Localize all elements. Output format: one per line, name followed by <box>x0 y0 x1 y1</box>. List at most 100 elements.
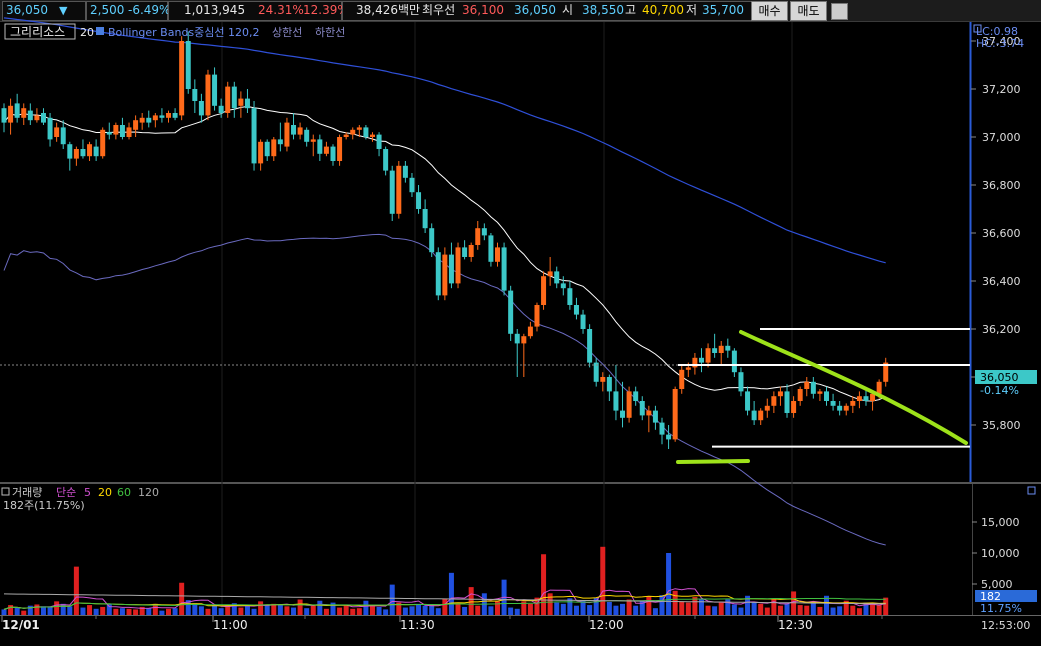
candle-body <box>251 108 257 164</box>
candle-body <box>106 132 112 135</box>
volume-bar <box>422 605 428 615</box>
volume-bar <box>47 606 53 615</box>
candle-body <box>54 127 60 137</box>
candle-body <box>422 209 428 229</box>
candle-body <box>745 391 751 411</box>
chart-area[interactable]: 35,80036,00036,20036,40036,60036,80037,0… <box>0 0 1041 646</box>
volume-bar <box>685 602 691 615</box>
candle-body <box>21 108 27 118</box>
vol-ma-label: 단순 <box>56 486 76 499</box>
volume-bar <box>442 598 448 615</box>
candle-body <box>837 405 843 411</box>
price-axis-label: 36,400 <box>982 275 1021 288</box>
volume-bar <box>666 553 672 615</box>
volume-bar <box>8 605 14 615</box>
volume-bar <box>356 608 362 615</box>
candle-body <box>396 165 402 214</box>
volume-axis-label: 10,000 <box>981 547 1020 560</box>
volume-bar <box>830 607 836 615</box>
candle-body <box>495 247 500 262</box>
candle <box>508 285 514 341</box>
candle-body <box>238 98 244 106</box>
candle-body <box>27 110 33 121</box>
candle-body <box>317 139 323 154</box>
candle-body <box>784 391 790 413</box>
candle-body <box>119 125 125 137</box>
candle-body <box>179 41 185 116</box>
candle-body <box>830 401 836 406</box>
volume-collapse-icon[interactable] <box>1 487 10 496</box>
candle-body <box>659 422 665 435</box>
volume-bar <box>738 607 744 615</box>
volume-bar <box>573 605 579 615</box>
price-axis-label: 37,000 <box>982 131 1021 144</box>
volume-bar <box>560 603 566 615</box>
vol-ma20-label: 20 <box>98 486 112 499</box>
candle-body <box>758 410 764 421</box>
candle-body <box>481 228 487 236</box>
volume-bar <box>652 608 658 615</box>
volume-bar <box>784 603 790 615</box>
candle <box>205 69 211 121</box>
candle-body <box>402 165 408 178</box>
candle-body <box>527 326 533 337</box>
candle-body <box>685 367 691 370</box>
volume-bar <box>251 608 257 615</box>
volume-bar <box>758 603 764 615</box>
volume-title[interactable]: 거래량 <box>12 486 42 499</box>
candle-body <box>337 137 343 161</box>
candle-body <box>508 290 514 334</box>
volume-bar <box>337 607 343 615</box>
candle-body <box>810 381 816 394</box>
ind2-label[interactable]: Bollinger Bands중심선 120,2 <box>108 26 260 39</box>
candle-body <box>67 144 73 159</box>
candle-body <box>429 228 435 253</box>
volume-bar <box>119 608 125 615</box>
ind3-label[interactable]: 상한선 <box>272 26 302 39</box>
volume-bar <box>310 605 316 615</box>
volume-bar <box>291 607 297 615</box>
volume-bar <box>679 601 685 615</box>
volume-bar <box>455 603 461 615</box>
volume-bar <box>218 608 224 615</box>
candle-body <box>817 391 823 394</box>
candle-body <box>376 134 382 149</box>
volume-bar <box>751 601 757 615</box>
volume-bar <box>113 608 119 615</box>
ind4-label[interactable]: 하한선 <box>315 25 345 39</box>
volume-bar <box>797 605 803 615</box>
volume-bar <box>363 600 369 615</box>
volume-bar <box>731 604 737 615</box>
volume-maximize-icon[interactable] <box>1027 486 1036 495</box>
candle-body <box>310 139 316 142</box>
candle-body <box>126 127 132 137</box>
time-axis-clock: 12:53:00 <box>981 619 1030 632</box>
candle <box>179 36 185 121</box>
candle-body <box>462 247 468 257</box>
candle-body <box>271 139 277 157</box>
candle-body <box>47 117 53 140</box>
volume-bar <box>600 546 606 615</box>
volume-bar <box>692 597 698 615</box>
candle-body <box>198 101 204 116</box>
volume-bar <box>343 605 349 615</box>
price-axis-label: 36,800 <box>982 179 1021 192</box>
candle-body <box>258 141 264 164</box>
candle <box>501 242 507 296</box>
candle-body <box>468 245 474 257</box>
candle-body <box>100 129 106 157</box>
candle-body <box>698 357 704 363</box>
candle-body <box>856 396 862 401</box>
candle-body <box>323 146 329 154</box>
ind1-label[interactable]: 그리리소스 <box>10 25 65 39</box>
candle-body <box>192 89 198 101</box>
candle-body <box>284 122 290 147</box>
vol-ma5-label: 5 <box>84 486 91 499</box>
volume-bar <box>626 599 632 615</box>
candle <box>672 386 678 442</box>
candle-body <box>488 235 494 262</box>
current-price-tag-text: 36,050 <box>980 371 1019 384</box>
time-axis-label: 11:30 <box>400 618 435 632</box>
volume-axis-label: 15,000 <box>981 516 1020 529</box>
volume-bar <box>238 607 244 615</box>
